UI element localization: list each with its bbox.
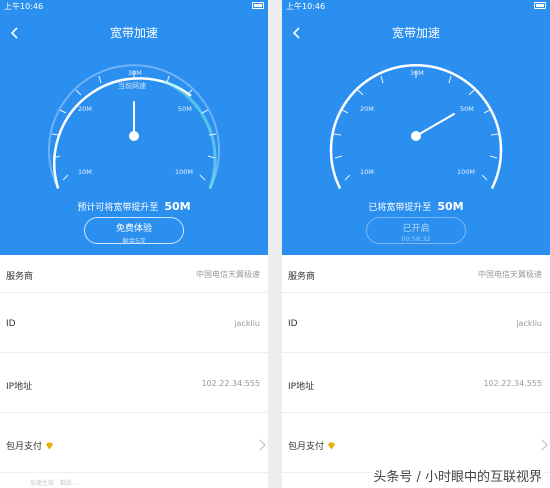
diamond-icon <box>327 442 336 450</box>
monthly-pay-label: 包月支付 <box>288 439 336 452</box>
monthly-pay-text: 包月支付 <box>288 442 325 452</box>
gauge-label-100m: 100M <box>175 168 193 176</box>
ip-value: 102.22.34.555 <box>483 379 542 388</box>
gauge-label-30m: 30M <box>410 69 424 77</box>
hint-value: 50M <box>437 200 464 213</box>
enabled-status-button[interactable]: 已开启 00:58:32 <box>366 217 466 244</box>
id-value: jackliu <box>234 319 260 328</box>
gauge-label-20m: 20M <box>78 105 92 113</box>
ip-value: 102.22.34.555 <box>201 379 260 388</box>
monthly-pay-row[interactable]: 包月支付 <box>0 413 268 473</box>
gauge-label-10m: 10M <box>360 168 374 176</box>
gauge-label-50m: 50M <box>460 105 474 113</box>
hint-text: 已将宽带提升至 <box>368 203 432 213</box>
id-row: ID jackliu <box>282 293 550 353</box>
monthly-pay-row[interactable]: 包月支付 <box>282 413 550 473</box>
left-screen: 上午10:46 宽带加速 10M 20M 30M 50M 100M 当前网速 预… <box>0 0 268 488</box>
provider-row: 服务商 中国电信天翼极速 <box>282 255 550 293</box>
monthly-pay-label: 包月支付 <box>6 439 54 452</box>
battery-icon <box>252 2 264 9</box>
footnote: 加速生效 · 剩余 ... <box>30 480 80 487</box>
gauge-label-20m: 20M <box>360 105 374 113</box>
ip-label: IP地址 <box>288 382 315 392</box>
speed-hint: 预计可将宽带提升至 50M <box>0 200 268 213</box>
gauge-progress <box>53 77 192 189</box>
ip-row: IP地址 102.22.34.555 <box>0 353 268 413</box>
enabled-label: 已开启 <box>402 224 430 234</box>
right-screen: 上午10:46 宽带加速 10M 20M 30M 50M 100M 已将宽带提升… <box>282 0 550 488</box>
diamond-icon <box>45 442 54 450</box>
gauge-label-100m: 100M <box>457 168 475 176</box>
battery-icon <box>534 2 546 9</box>
gauge-label-50m: 50M <box>178 105 192 113</box>
id-value: jackliu <box>516 319 542 328</box>
speed-gauge: 10M 20M 30M 50M 100M <box>329 63 503 190</box>
info-list: 服务商 中国电信天翼极速 ID jackliu IP地址 102.22.34.5… <box>0 255 268 473</box>
chevron-right-icon <box>254 439 266 451</box>
provider-value: 中国电信天翼极速 <box>478 270 542 279</box>
hint-text: 预计可将宽带提升至 <box>77 203 159 213</box>
provider-value: 中国电信天翼极速 <box>196 270 260 279</box>
watermark: 头条号 / 小时眼中的互联视界 <box>371 466 544 485</box>
page-title: 宽带加速 <box>391 26 440 40</box>
info-list: 服务商 中国电信天翼极速 ID jackliu IP地址 102.22.34.5… <box>282 255 550 473</box>
gauge-hub <box>129 131 139 141</box>
gauge-label-10m: 10M <box>78 168 92 176</box>
provider-row: 服务商 中国电信天翼极速 <box>0 255 268 293</box>
id-label: ID <box>288 319 298 329</box>
remaining-count: 剩余5次 <box>122 237 146 245</box>
gauge-track <box>329 63 503 190</box>
hint-value: 50M <box>164 200 191 213</box>
ip-row: IP地址 102.22.34.555 <box>282 353 550 413</box>
id-row: ID jackliu <box>0 293 268 353</box>
gauge-hub <box>411 131 421 141</box>
status-bar: 上午10:46 <box>282 0 550 12</box>
gauge-label-30m: 30M <box>128 69 142 77</box>
provider-label: 服务商 <box>288 272 316 282</box>
id-label: ID <box>6 319 16 329</box>
speed-gauge: 10M 20M 30M 50M 100M 当前网速 <box>48 64 220 190</box>
status-time: 上午10:46 <box>4 2 44 11</box>
chevron-right-icon <box>536 439 548 451</box>
speed-hint: 已将宽带提升至 50M <box>282 200 550 213</box>
free-trial-button[interactable]: 免费体验 剩余5次 <box>84 217 184 245</box>
gauge-needle <box>415 113 455 137</box>
ip-label: IP地址 <box>6 382 33 392</box>
status-time: 上午10:46 <box>286 2 326 11</box>
free-trial-label: 免费体验 <box>115 224 152 234</box>
countdown-timer: 00:58:32 <box>401 235 431 243</box>
status-bar: 上午10:46 <box>0 0 268 12</box>
page-title: 宽带加速 <box>109 26 158 40</box>
monthly-pay-text: 包月支付 <box>6 442 43 452</box>
provider-label: 服务商 <box>6 272 34 282</box>
gauge-caption: 当前网速 <box>118 81 146 90</box>
